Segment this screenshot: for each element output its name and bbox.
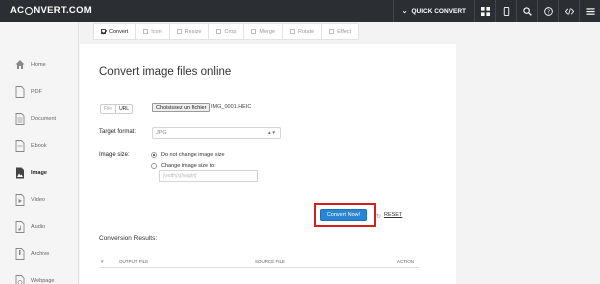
- tab-label: Rotate: [298, 28, 315, 35]
- sidebar-item-label: Image: [31, 170, 47, 176]
- checkbox-icon: [329, 29, 335, 34]
- ebook-icon: [15, 140, 25, 152]
- radio-empty-icon: [151, 163, 157, 169]
- sidebar-item-pdf[interactable]: PDF: [0, 81, 79, 103]
- page-title: Convert image files online: [99, 66, 232, 78]
- radio-change-size[interactable]: Change image size to:: [151, 163, 216, 169]
- tab-label: Effect: [337, 28, 352, 35]
- webpage-icon: [15, 275, 25, 284]
- checkbox-icon: [290, 29, 295, 34]
- url-source-toggle[interactable]: URL: [115, 105, 132, 113]
- reset-link[interactable]: RESET: [384, 212, 402, 218]
- sidebar-item-label: Home: [31, 62, 46, 68]
- sidebar-item-label: Ebook: [31, 143, 47, 149]
- sidebar-item-audio[interactable]: Audio: [0, 216, 79, 238]
- reset-icon: ↻: [376, 214, 382, 220]
- size-input[interactable]: [width]x[height]: [159, 170, 258, 182]
- help-icon[interactable]: ?: [537, 0, 558, 22]
- target-format-value: JPG: [156, 130, 167, 136]
- col-num: #: [101, 259, 104, 264]
- radio-selected-icon: [151, 152, 157, 158]
- logo-text-right: NVERT.COM: [33, 5, 92, 16]
- tab-effect[interactable]: Effect: [322, 23, 360, 40]
- search-icon[interactable]: [516, 0, 537, 22]
- sidebar-item-label: PDF: [31, 89, 42, 95]
- checkbox-icon: [176, 29, 182, 34]
- grid-icon[interactable]: [474, 0, 495, 22]
- sidebar-item-home[interactable]: Home: [0, 54, 79, 76]
- svg-text:?: ?: [547, 9, 550, 15]
- tab-label: Icon: [151, 28, 162, 35]
- tab-crop[interactable]: Crop: [209, 23, 245, 40]
- sidebar-item-document[interactable]: Document: [0, 108, 79, 130]
- sidebar-item-video[interactable]: Video: [0, 189, 79, 211]
- tab-icon[interactable]: Icon: [136, 23, 170, 40]
- logo-text-left: AC: [10, 5, 25, 16]
- image-icon: [16, 167, 24, 179]
- sidebar-item-label: Audio: [31, 224, 46, 230]
- home-icon: [15, 60, 25, 69]
- convert-now-button[interactable]: Convert Now!: [320, 209, 367, 221]
- checkbox-icon: [101, 29, 106, 34]
- quick-convert-button[interactable]: ⌄ QUICK CONVERT: [392, 0, 474, 22]
- radio-keep-size[interactable]: Do not change image size: [151, 152, 225, 158]
- sidebar-item-label: Webpage: [31, 278, 55, 284]
- audio-icon: [15, 221, 25, 233]
- image-size-label: Image size:: [99, 152, 130, 158]
- converter-card: Convert image files online File URL Choi…: [80, 44, 456, 284]
- col-action: ACTION: [397, 259, 415, 264]
- tab-convert[interactable]: Convert: [93, 23, 137, 40]
- target-format-select[interactable]: JPG ▲▼: [152, 127, 281, 139]
- tab-label: Convert: [109, 28, 129, 35]
- sidebar-item-webpage[interactable]: Webpage: [0, 270, 79, 284]
- checkbox-icon: [143, 29, 149, 34]
- sidebar-item-ebook[interactable]: Ebook: [0, 135, 79, 157]
- top-navbar: AC NVERT.COM ⌄ QUICK CONVERT ?: [0, 0, 600, 22]
- tool-tabs: Convert Icon Resize Crop Merge Rotate Ef…: [93, 23, 360, 40]
- choose-file-button[interactable]: Choisissez un fichier: [152, 103, 211, 112]
- tab-label: Merge: [259, 28, 275, 35]
- sidebar: Home PDF Document Ebook Image Video Audi…: [0, 22, 79, 284]
- menu-icon[interactable]: [579, 0, 600, 22]
- results-table-header: # OUTPUT FILE SOURCE FILE ACTION: [99, 256, 419, 268]
- conversion-results-heading: Conversion Results:: [99, 235, 158, 242]
- archive-icon: [15, 248, 25, 260]
- radio-keep-label: Do not change image size: [161, 152, 225, 158]
- right-column: [456, 44, 600, 284]
- code-icon[interactable]: [558, 0, 579, 22]
- source-switch: File URL: [100, 104, 134, 114]
- file-source-toggle[interactable]: File: [101, 105, 115, 113]
- tab-merge[interactable]: Merge: [244, 23, 283, 40]
- document-icon: [15, 113, 25, 125]
- tab-label: Resize: [184, 28, 202, 35]
- quick-convert-label: QUICK CONVERT: [411, 7, 466, 15]
- target-format-label: Target format:: [99, 129, 137, 135]
- sidebar-item-label: Video: [31, 197, 45, 203]
- chevron-down-icon: ⌄: [401, 8, 408, 15]
- video-icon: [15, 194, 25, 206]
- sidebar-item-label: Document: [31, 116, 57, 122]
- mobile-icon[interactable]: [495, 0, 516, 22]
- col-output-file: OUTPUT FILE: [119, 259, 149, 264]
- logo-ring-icon: [24, 6, 33, 15]
- checkbox-icon: [251, 29, 257, 34]
- selected-file-name: IMG_0001.HEIC: [211, 104, 252, 110]
- site-logo[interactable]: AC NVERT.COM: [10, 5, 92, 16]
- checkbox-icon: [216, 29, 222, 34]
- sidebar-item-label: Archive: [31, 251, 50, 257]
- tab-rotate[interactable]: Rotate: [283, 23, 323, 40]
- radio-change-label: Change image size to:: [161, 163, 216, 169]
- select-arrows-icon: ▲▼: [267, 130, 276, 135]
- sidebar-item-image[interactable]: Image: [0, 162, 79, 184]
- sidebar-item-archive[interactable]: Archive: [0, 243, 79, 265]
- col-source-file: SOURCE FILE: [255, 259, 286, 264]
- tab-resize[interactable]: Resize: [169, 23, 210, 40]
- tab-label: Crop: [224, 28, 237, 35]
- file-icon: [15, 86, 25, 98]
